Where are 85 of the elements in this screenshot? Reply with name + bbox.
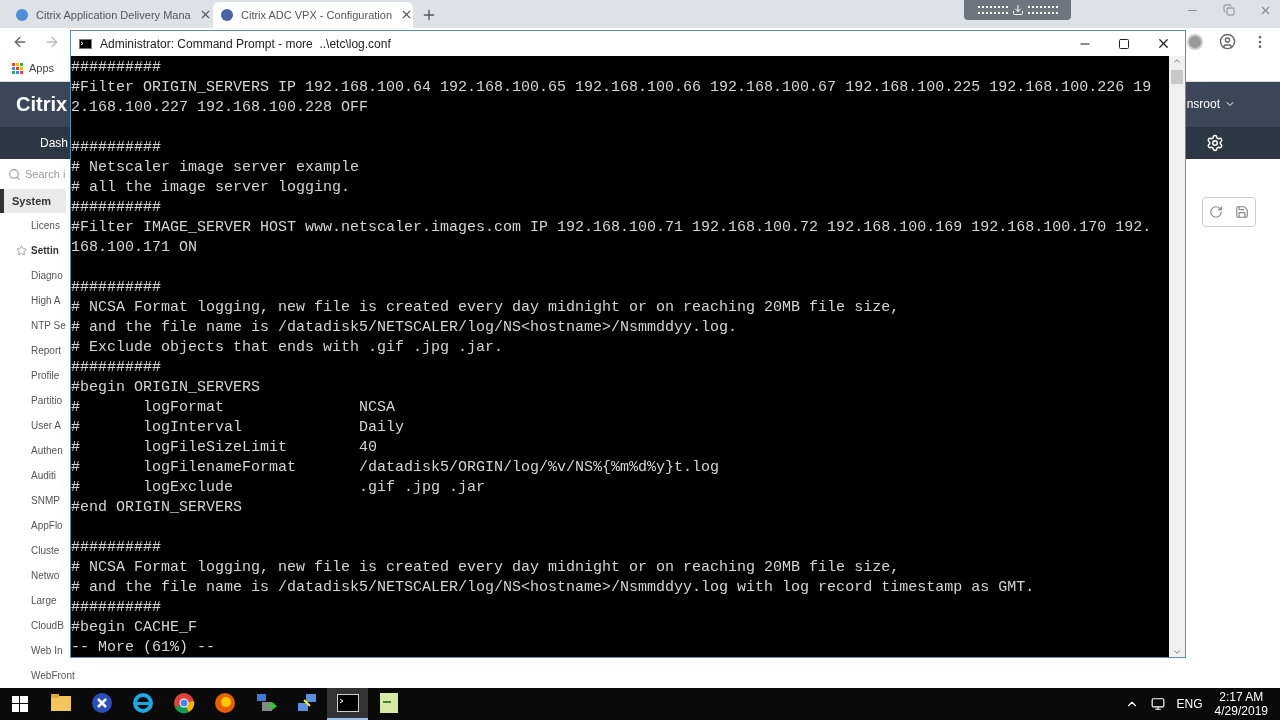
- console-line: ##########: [71, 538, 161, 558]
- lock-network-icon: [254, 692, 277, 714]
- console-line: # logExclude .gif .jpg .jar: [71, 478, 486, 498]
- console-line: #Filter ORIGIN_SERVERS IP 192.168.100.64 192.168.100.65 192.168.100.66 192.168.100.67 192.168.100.225 192.168.100.226 19: [71, 78, 1152, 98]
- clock-time: 2:17 AM: [1219, 690, 1264, 704]
- scrollbar[interactable]: [1169, 56, 1185, 657]
- scrollbar-thumb[interactable]: [1171, 70, 1183, 84]
- console-line: #begin CACHE_F: [71, 618, 198, 638]
- console-line: ##########: [71, 58, 161, 78]
- maximize-icon[interactable]: [1118, 37, 1130, 50]
- console-line: ##########: [71, 198, 161, 218]
- console-line: # logInterval Daily: [71, 418, 405, 438]
- sidebar-item[interactable]: CloudB: [31, 618, 64, 633]
- computer-network-icon: [295, 692, 318, 714]
- console-line: ##########: [71, 358, 161, 378]
- notepad-icon: [378, 692, 399, 714]
- console-line: ##########: [71, 598, 161, 618]
- console-line: # Netscaler image server example: [71, 158, 360, 178]
- sidebar-item[interactable]: Licens: [31, 218, 60, 233]
- language-indicator[interactable]: ENG: [1176, 695, 1203, 713]
- sidebar-item[interactable]: Large: [31, 593, 57, 608]
- sidebar-item[interactable]: Cluste: [31, 543, 60, 558]
- sidebar-item[interactable]: Web In: [31, 643, 63, 658]
- sidebar-item[interactable]: WebFront: [31, 668, 75, 683]
- sidebar-item[interactable]: High A: [31, 293, 61, 308]
- e-logo-icon: [131, 692, 154, 714]
- network-icon[interactable]: [1150, 697, 1165, 711]
- sidebar-item[interactable]: Profile: [31, 368, 60, 383]
- sidebar-item[interactable]: Report: [31, 343, 61, 358]
- console-line: #Filter IMAGE_SERVER HOST www.netscaler.images.com IP 192.168.100.71 192.168.100.72 192.168.100.169 192.168.100.170 192.: [71, 218, 1152, 238]
- bookmark-link[interactable]: Apps: [12, 59, 55, 77]
- sidebar-item[interactable]: Authen: [31, 443, 63, 458]
- close-icon[interactable]: [1156, 36, 1171, 51]
- console-line: ##########: [71, 138, 161, 158]
- console-line: # logFilenameFormat /datadisk5/ORGIN/log/%v/NS%{%m%d%y}t.log: [71, 458, 720, 478]
- console-line: 2.168.100.227 192.168.100.228 OFF: [71, 98, 369, 118]
- sidebar-item[interactable]: SNMP: [31, 493, 60, 508]
- chrome-icon: [172, 692, 195, 714]
- console-line: # NCSA Format logging, new file is created every day midnight or on reaching 20MB file size,: [71, 558, 900, 578]
- console-line: #begin ORIGIN_SERVERS: [71, 378, 261, 398]
- screen-recorder-handle[interactable]: [964, 0, 1071, 20]
- console-line: # logFormat NCSA: [71, 398, 396, 418]
- user-menu[interactable]: nsroot: [1186, 95, 1236, 114]
- sidebar-item[interactable]: Auditi: [31, 468, 56, 483]
- brand-title: Citrix: [16, 92, 68, 118]
- console-line: # logFileSizeLimit 40: [71, 438, 378, 458]
- console-line: # NCSA Format logging, new file is created every day midnight or on reaching 20MB file size,: [71, 298, 900, 318]
- firefox-icon: [213, 692, 236, 714]
- console-line: # Exclude objects that ends with .gif .jpg .jar.: [71, 338, 504, 358]
- extension-icon[interactable]: [1187, 33, 1203, 50]
- console-line: # and the file name is /datadisk5/NETSCALER/log/NS<hostname>/Nsmmddyy.log with log record timestamp as GMT.: [71, 578, 1035, 598]
- browser-tab[interactable]: Citrix ADC VPX - Configuration: [213, 1, 413, 28]
- terminal-icon: [336, 694, 359, 712]
- console-line: # and the file name is /datadisk5/NETSCALER/log/NS<hostname>/Nsmmddyy.log.: [71, 318, 738, 338]
- tab-favicon-icon: [16, 8, 28, 21]
- folder-icon: [49, 693, 72, 713]
- x-circle-icon: [90, 692, 113, 714]
- console-line: # all the image server logging.: [71, 178, 351, 198]
- sidebar-item[interactable]: Settin: [31, 243, 59, 258]
- sidebar-item[interactable]: User A: [31, 418, 61, 433]
- apps-grid-icon: [12, 62, 23, 74]
- star-icon[interactable]: [16, 245, 27, 256]
- sidebar-item[interactable]: AppFlo: [31, 518, 63, 533]
- save-icon: [1235, 205, 1249, 219]
- sidebar-heading[interactable]: System: [0, 189, 66, 213]
- settings-icon[interactable]: [1206, 134, 1224, 153]
- console-line: -- More (61%) --: [71, 638, 216, 657]
- terminal-icon: [79, 38, 92, 49]
- clock-date: 4/29/2019: [1214, 704, 1268, 718]
- browser-tab[interactable]: Citrix Application Delivery Mana: [8, 1, 213, 28]
- search-icon: [8, 167, 21, 181]
- tab-favicon-icon: [221, 8, 233, 21]
- window-title: Administrator: Command Prompt - more ..\etc\log.conf: [100, 35, 392, 53]
- sidebar-item[interactable]: Diagno: [31, 268, 63, 283]
- download-icon: [1011, 4, 1024, 16]
- profile-icon[interactable]: [1219, 33, 1236, 51]
- nav-tab[interactable]: Dash: [40, 134, 68, 153]
- console-line: #end ORIGIN_SERVERS: [71, 498, 243, 518]
- console-line: 168.100.171 ON: [71, 238, 198, 258]
- console-line: ##########: [71, 278, 161, 298]
- sidebar-item[interactable]: Partitio: [31, 393, 63, 408]
- refresh-icon: [1209, 205, 1223, 219]
- sidebar-item[interactable]: Netwo: [31, 568, 60, 583]
- taskbar-button[interactable]: [327, 688, 368, 720]
- sidebar-item[interactable]: NTP Se: [31, 318, 66, 333]
